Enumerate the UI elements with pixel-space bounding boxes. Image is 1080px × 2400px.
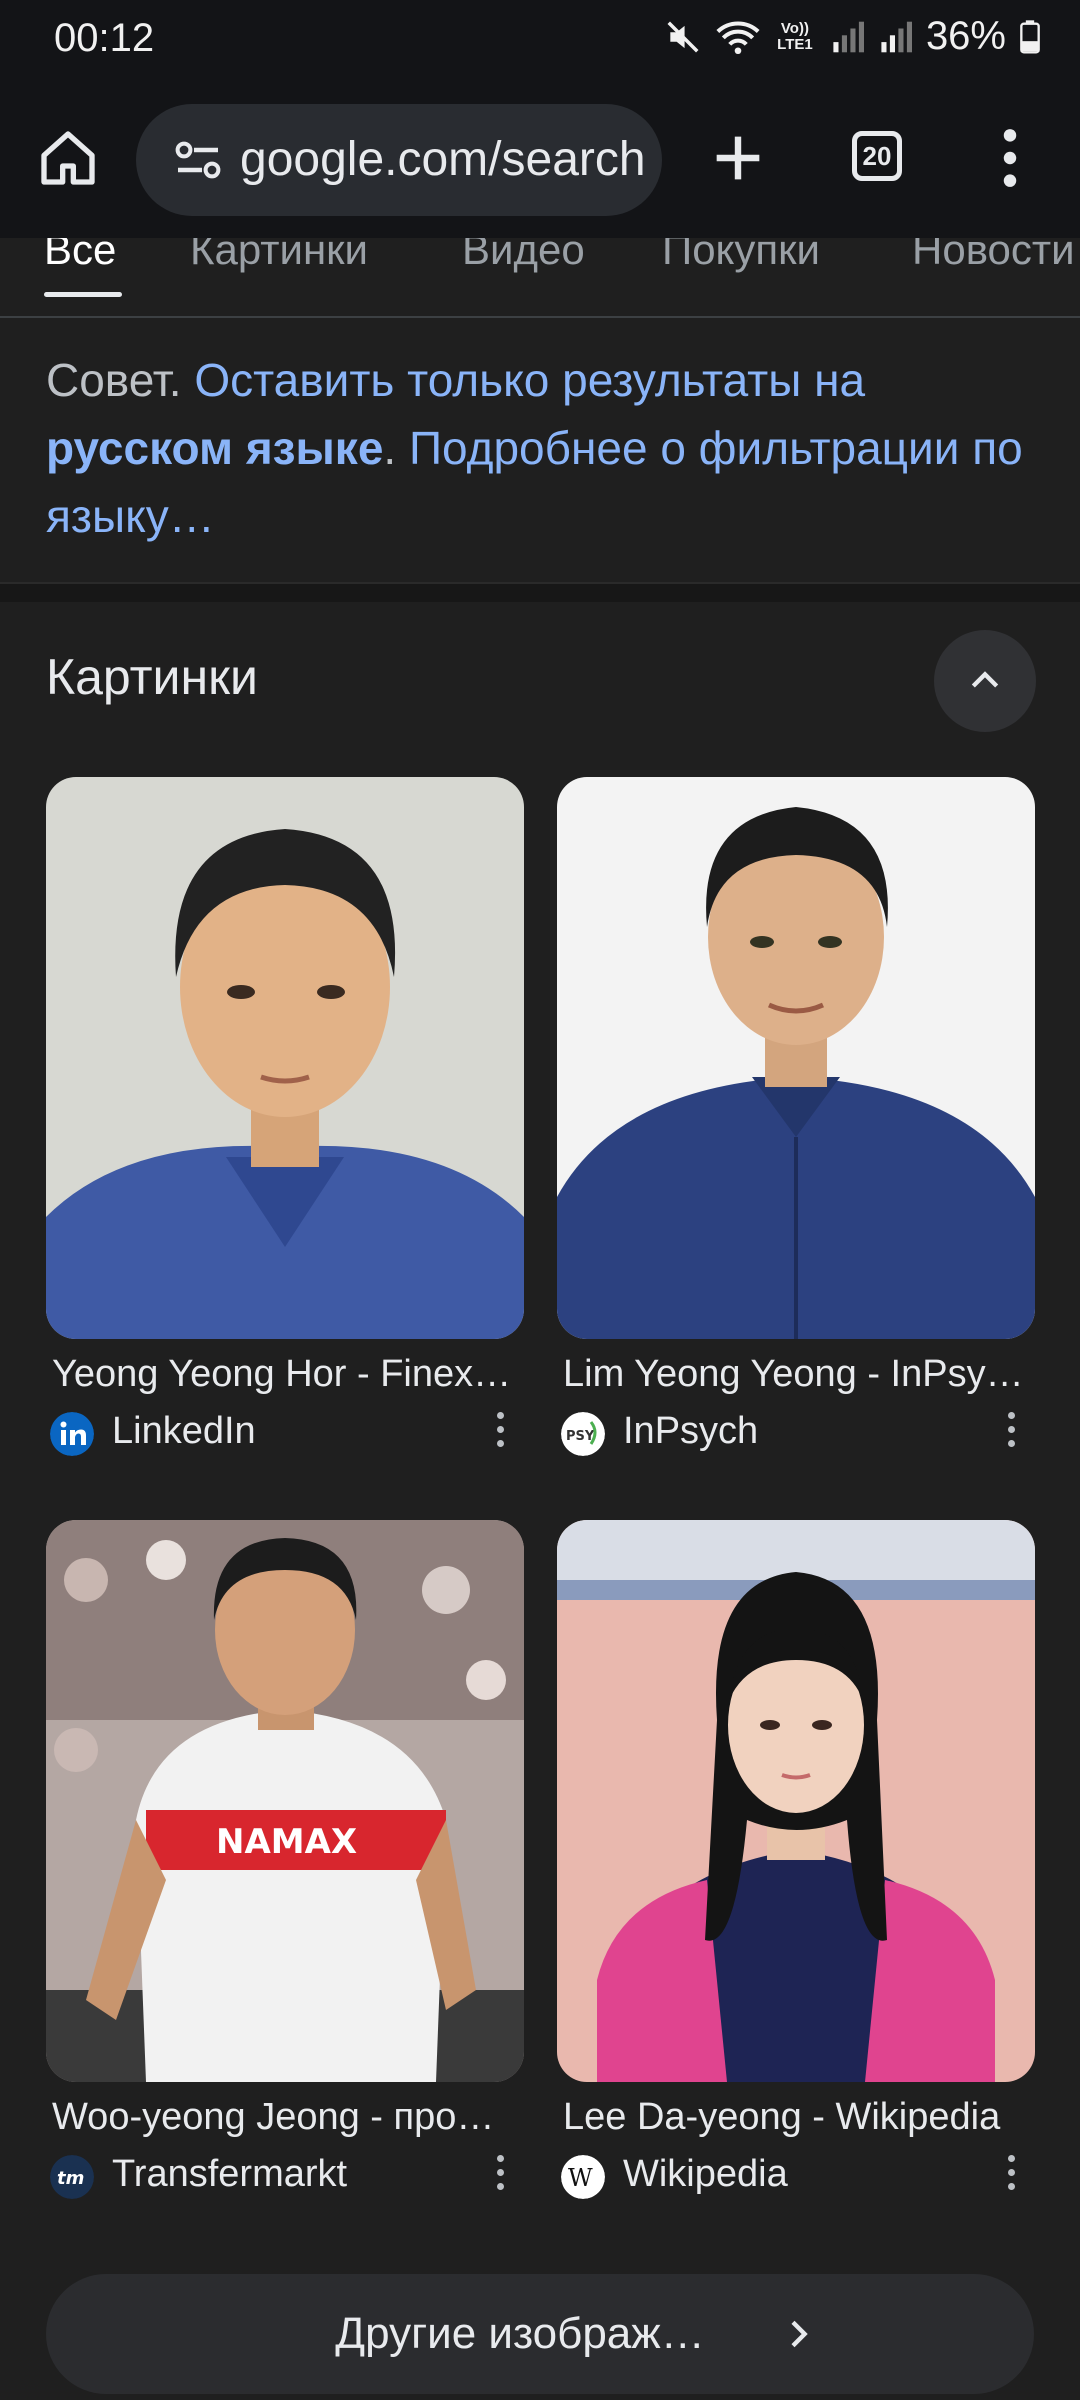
transfermarkt-icon: tm — [50, 2155, 94, 2199]
battery-icon — [1020, 19, 1040, 54]
more-vert-icon[interactable] — [494, 2155, 506, 2195]
wifi-icon — [716, 18, 760, 56]
chevron-right-icon — [791, 2320, 808, 2348]
plus-icon — [716, 136, 760, 180]
svg-text:PSY: PSY — [566, 1429, 595, 1444]
image-title[interactable]: Yeong Yeong Hor - Finex… — [52, 1353, 522, 1396]
more-images-button[interactable]: Другие изображ… — [46, 2274, 1034, 2394]
image-title[interactable]: Lee Da-yeong - Wikipedia — [563, 2096, 1033, 2139]
more-vert-icon[interactable] — [1005, 1412, 1017, 1452]
image-thumbnail[interactable]: NAMAX — [46, 1520, 524, 2082]
signal-icon — [878, 20, 912, 54]
more-vert-icon[interactable] — [494, 1412, 506, 1452]
source-name: Transfermarkt — [112, 2153, 348, 2195]
image-source: tm Transfermarkt — [46, 2143, 524, 2203]
svg-text:NAMAX: NAMAX — [216, 1822, 357, 1862]
browser-toolbar: google.com/search 20 — [0, 82, 1080, 238]
signal-icon — [830, 20, 864, 54]
svg-text:W: W — [568, 2164, 593, 2192]
tab-news[interactable]: Новости — [912, 238, 1075, 286]
tab-shopping[interactable]: Покупки — [662, 238, 820, 286]
linkedin-icon — [50, 1412, 94, 1456]
volte-icon: Vo)) LTE1 — [777, 19, 813, 53]
tab-all[interactable]: Все — [44, 238, 116, 286]
home-icon — [41, 131, 95, 185]
address-bar[interactable]: google.com/search — [136, 104, 662, 216]
source-name: Wikipedia — [623, 2153, 788, 2195]
source-name: LinkedIn — [112, 1410, 256, 1452]
source-name: InPsych — [623, 1410, 759, 1452]
image-source: LinkedIn — [46, 1400, 524, 1460]
image-title[interactable]: Woo-yeong Jeong - про… — [52, 2096, 522, 2139]
active-tab-indicator — [44, 292, 122, 297]
more-images-label: Другие изображ… — [335, 2309, 705, 2358]
status-icons: Vo)) LTE1 36% — [664, 14, 1040, 59]
more-vert-icon[interactable] — [990, 124, 1030, 192]
new-tab-button[interactable] — [706, 126, 770, 190]
url-text[interactable]: google.com/search — [240, 132, 650, 187]
chevron-up-icon — [971, 671, 999, 688]
battery-percent: 36% — [925, 14, 1006, 58]
wikipedia-icon: W — [561, 2155, 605, 2199]
status-bar: 00:12 Vo)) LTE1 36% — [0, 0, 1080, 82]
inpsych-icon: PSY — [561, 1412, 605, 1456]
tab-images[interactable]: Картинки — [190, 238, 368, 286]
image-title[interactable]: Lim Yeong Yeong - InPsy… — [563, 1353, 1033, 1396]
collapse-button[interactable] — [934, 630, 1036, 732]
image-thumbnail[interactable] — [557, 1520, 1035, 2082]
image-source: W Wikipedia — [557, 2143, 1035, 2203]
status-time: 00:12 — [54, 16, 155, 60]
tab-switcher-button[interactable]: 20 — [852, 131, 902, 181]
image-thumbnail[interactable] — [557, 777, 1035, 1339]
tab-video[interactable]: Видео — [462, 238, 585, 286]
language-tip: Совет. Оставить только результаты на рус… — [46, 354, 1023, 542]
search-tabs: Все Картинки Видео Покупки Новости — [0, 238, 1080, 318]
more-vert-icon[interactable] — [1005, 2155, 1017, 2195]
image-result-card[interactable]: NAMAX Woo-yeong Jeong - про… tm Transfer… — [46, 1520, 524, 2203]
image-thumbnail[interactable] — [46, 777, 524, 1339]
site-settings-icon[interactable] — [174, 140, 222, 182]
image-result-card[interactable]: Lee Da-yeong - Wikipedia W Wikipedia — [557, 1520, 1035, 2203]
home-button[interactable] — [36, 126, 100, 190]
images-section-title: Картинки — [46, 649, 258, 705]
mute-icon — [664, 18, 702, 56]
svg-text:tm: tm — [57, 2168, 84, 2189]
image-source: PSY InPsych — [557, 1400, 1035, 1460]
image-result-card[interactable]: Lim Yeong Yeong - InPsy… PSY InPsych — [557, 777, 1035, 1460]
tip-prefix: Совет. — [46, 354, 182, 406]
section-divider — [0, 582, 1080, 602]
image-result-card[interactable]: Yeong Yeong Hor - Finex… LinkedIn — [46, 777, 524, 1460]
